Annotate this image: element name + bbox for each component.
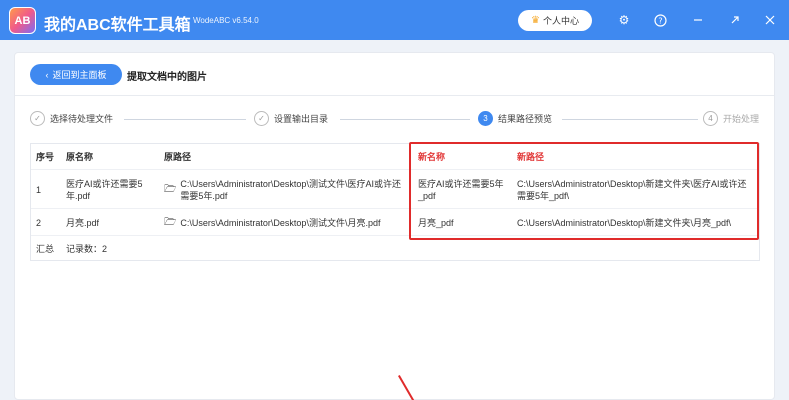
user-center-label: 个人中心 — [542, 16, 579, 26]
back-button-label: 返回到主面板 — [52, 70, 107, 80]
step-preview[interactable]: 3 结果路径预览 — [478, 111, 552, 126]
cell-orig-path: 🗁 C:\Users\Administrator\Desktop\测试文件\月亮… — [164, 209, 414, 236]
table-summary: 汇总 记录数：2 — [31, 236, 759, 261]
summary-label: 汇总 — [36, 243, 55, 254]
cell-orig-name: 月亮.pdf — [66, 217, 100, 228]
step-select-files[interactable]: ✓ 选择待处理文件 — [30, 111, 113, 126]
folder-icon: 🗁 — [164, 183, 177, 195]
cell-index: 2 — [36, 217, 42, 228]
cell-new-path: C:\Users\Administrator\Desktop\新建文件夹\医疗A… — [517, 178, 747, 201]
step-label: 结果路径预览 — [498, 114, 553, 124]
minimize-icon[interactable] — [690, 12, 706, 28]
back-to-main-button[interactable]: ‹ 返回到主面板 — [30, 64, 122, 85]
cell-new-path: C:\Users\Administrator\Desktop\新建文件夹\月亮_… — [517, 217, 732, 228]
header-index: 序号 — [36, 152, 55, 162]
app-logo: AB — [9, 7, 36, 34]
folder-icon: 🗁 — [164, 216, 177, 228]
step-number: 4 — [703, 111, 718, 126]
chevron-left-icon: ‹ — [45, 69, 49, 80]
step-connector — [562, 119, 698, 120]
table-row[interactable]: 1 医疗AI或许还需要5年.pdf 🗁 C:\Users\Administrat… — [31, 170, 759, 209]
table-header: 序号 原名称 原路径 新名称 新路径 — [31, 144, 759, 170]
cell-index: 1 — [36, 184, 42, 195]
check-icon: ✓ — [254, 111, 269, 126]
step-label: 选择待处理文件 — [50, 114, 114, 124]
path-text: C:\Users\Administrator\Desktop\测试文件\月亮.p… — [180, 217, 381, 228]
title-bar: AB 我的ABC软件工具箱 WodeABC v6.54.0 ♛ 个人中心 ⚙ ? — [0, 0, 789, 40]
svg-text:?: ? — [658, 16, 662, 25]
header-orig-path: 原路径 — [164, 152, 192, 162]
crown-icon: ♛ — [531, 15, 540, 26]
step-connector — [124, 119, 246, 120]
help-icon[interactable]: ? — [652, 12, 668, 28]
check-icon: ✓ — [30, 111, 45, 126]
header-new-path: 新路径 — [517, 152, 545, 162]
cell-new-name: 医疗AI或许还需要5年_pdf — [418, 178, 504, 201]
header-orig-name: 原名称 — [66, 152, 94, 162]
gear-icon[interactable]: ⚙ — [616, 12, 632, 28]
table-row[interactable]: 2 月亮.pdf 🗁 C:\Users\Administrator\Deskto… — [31, 209, 759, 236]
result-table: 序号 原名称 原路径 新名称 新路径 1 医疗AI或许还需要5年.pdf 🗁 C… — [30, 143, 760, 261]
step-start[interactable]: 4 开始处理 — [703, 111, 759, 126]
cell-orig-name: 医疗AI或许还需要5年.pdf — [66, 178, 143, 201]
step-label: 开始处理 — [723, 114, 760, 124]
step-number: 3 — [478, 111, 493, 126]
path-text: C:\Users\Administrator\Desktop\测试文件\医疗AI… — [180, 178, 401, 201]
user-center-button[interactable]: ♛ 个人中心 — [518, 10, 592, 31]
page-title: 提取文档中的图片 — [127, 72, 207, 83]
step-connector — [340, 119, 470, 120]
app-version: WodeABC v6.54.0 — [193, 16, 259, 25]
close-icon[interactable] — [762, 12, 778, 28]
step-label: 设置输出目录 — [274, 114, 329, 124]
summary-count: 记录数：2 — [66, 243, 108, 254]
header-new-name: 新名称 — [418, 152, 446, 162]
cell-orig-path: 🗁 C:\Users\Administrator\Desktop\测试文件\医疗… — [164, 170, 404, 209]
app-title: 我的ABC软件工具箱 — [44, 17, 191, 34]
cell-new-name: 月亮_pdf — [418, 217, 454, 228]
maximize-icon[interactable] — [727, 12, 743, 28]
divider — [15, 95, 774, 96]
step-output-dir[interactable]: ✓ 设置输出目录 — [254, 111, 328, 126]
